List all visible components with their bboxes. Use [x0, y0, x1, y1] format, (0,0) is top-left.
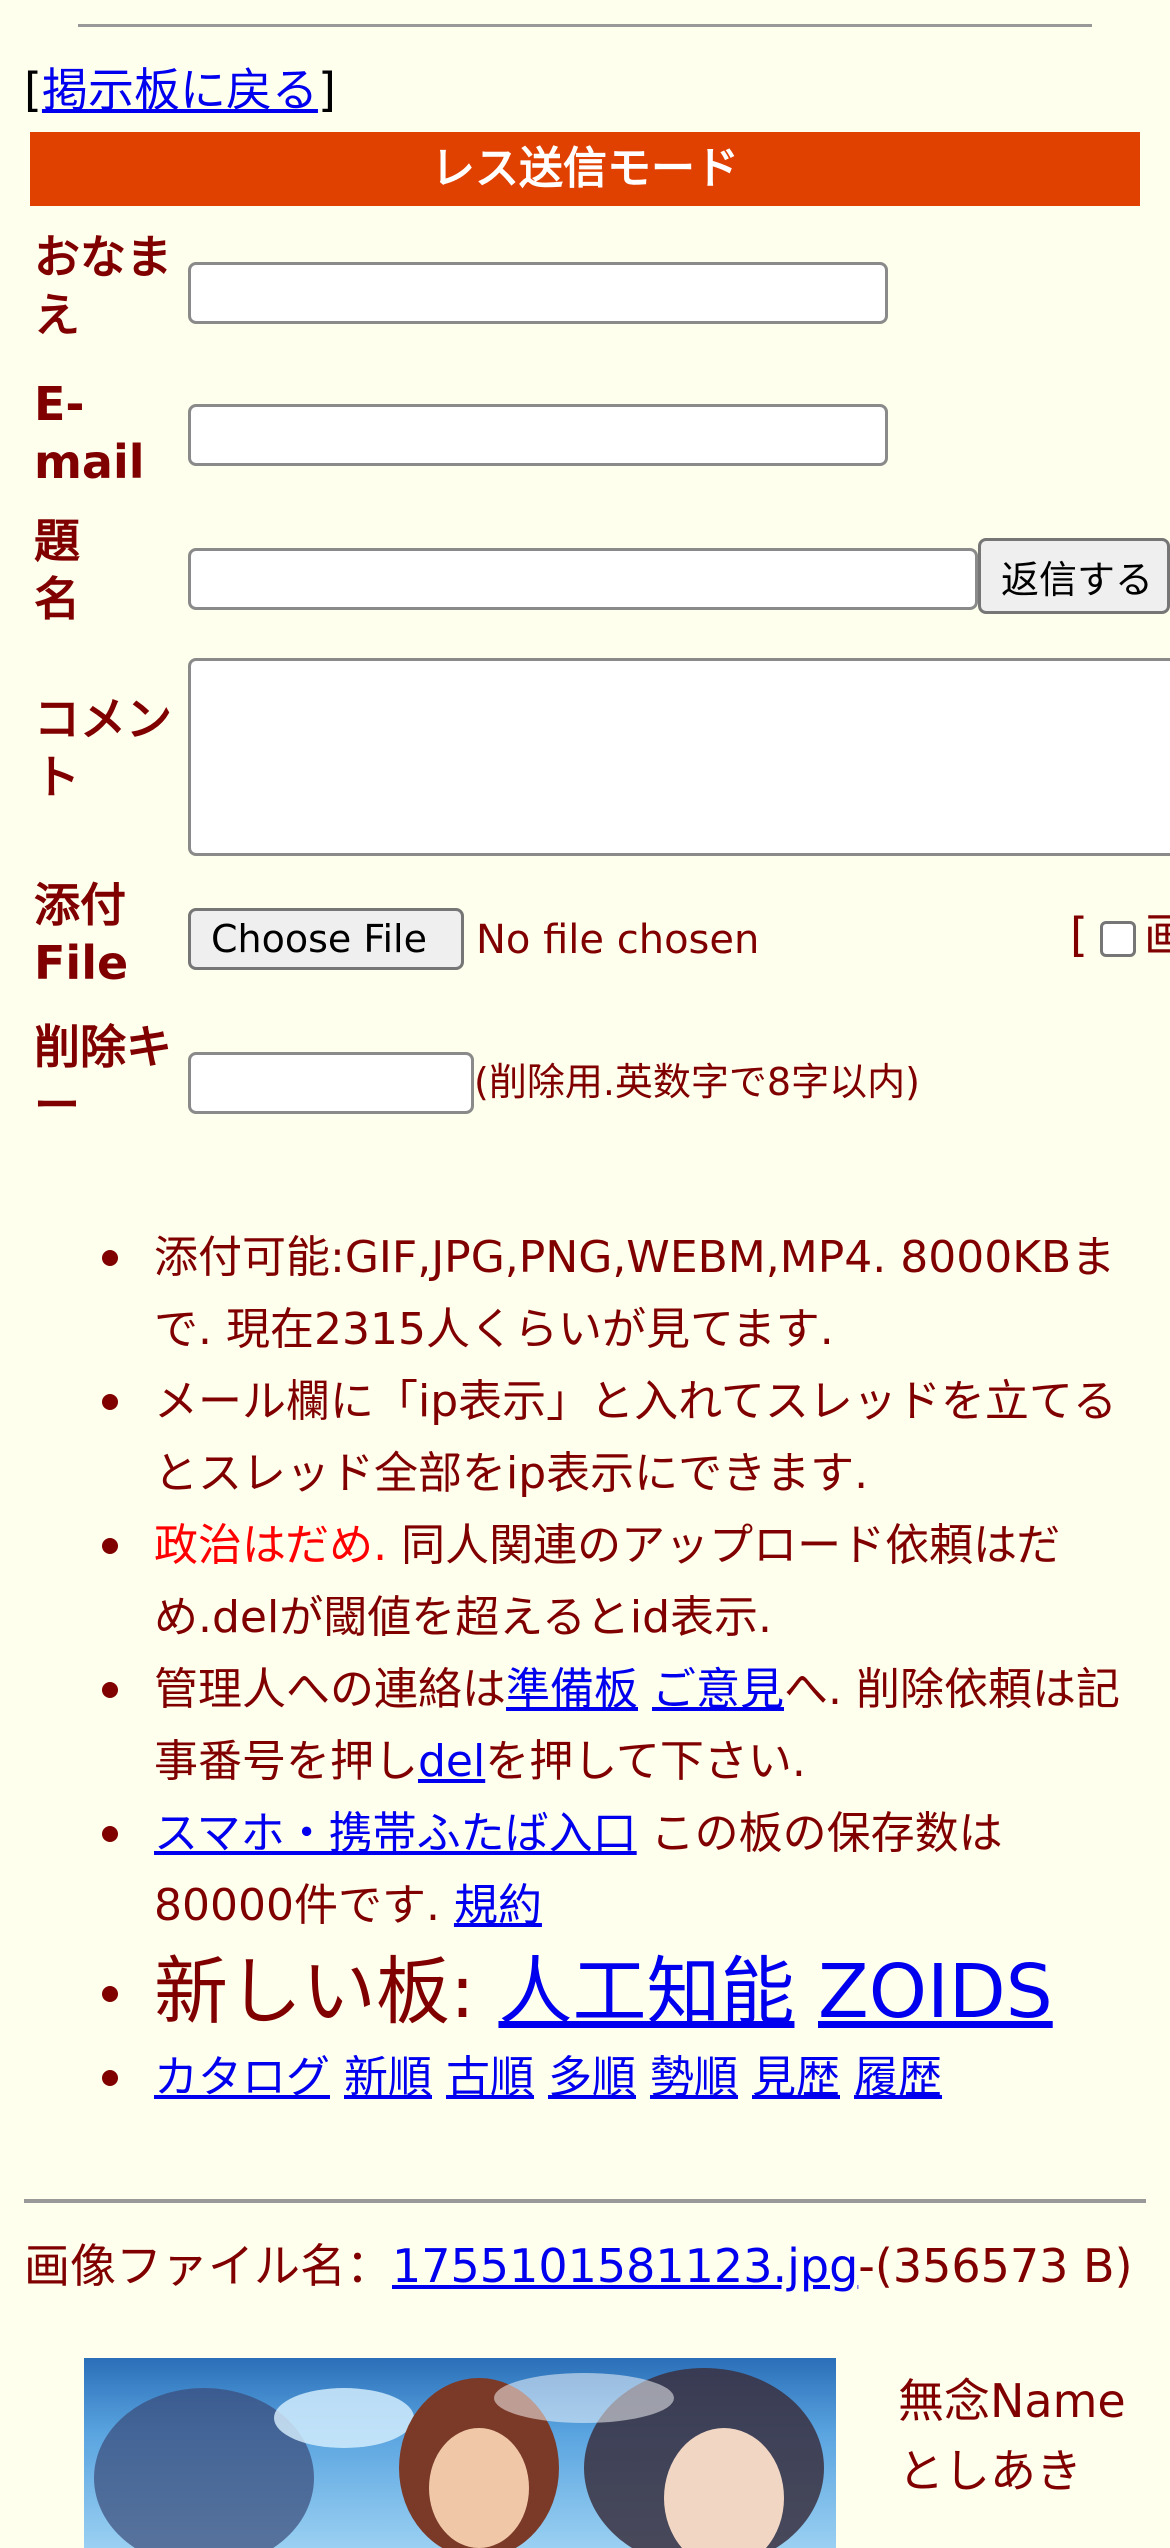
post-file-info: 画像ファイル名：1755101581123.jpg-(356573 B): [24, 2236, 1154, 2296]
nav-newest[interactable]: 新順: [344, 2052, 432, 2103]
new-boards-label: 新しい板:: [154, 1949, 499, 2035]
file-name-label: 画像ファイル名：: [24, 2239, 392, 2293]
contact-text-a: 管理人への連絡は: [154, 1664, 506, 1715]
nav-catalog[interactable]: カタログ: [154, 2052, 330, 2103]
poster-info: 無念Name としあき: [898, 2366, 1126, 2506]
email-label: E-mail: [34, 377, 145, 489]
rule-new-boards: 新しい板: 人工知能 ZOIDS: [0, 1942, 1170, 2042]
rule-attachments: 添付可能:GIF,JPG,PNG,WEBM,MP4. 8000KBまで. 現在2…: [0, 1222, 1170, 1366]
subject-input[interactable]: [188, 548, 978, 610]
thumbnail-art: [94, 2368, 824, 2548]
rule-ip-display: メール欄に「ip表示」と入れてスレッドを立てるとスレッド全部をip表示にできます…: [0, 1366, 1170, 1510]
subject-label: 題名: [34, 514, 80, 626]
nav-momentum[interactable]: 勢順: [650, 2052, 738, 2103]
bracket-close: ]: [317, 63, 336, 117]
politics-warning: 政治はだめ.: [154, 1520, 388, 1571]
back-link-wrapper: [掲示板に戻る]: [24, 58, 336, 122]
file-size: -(356573 B): [858, 2239, 1133, 2293]
comment-label: コメント: [34, 692, 172, 804]
delete-key-input[interactable]: [188, 1052, 474, 1114]
ai-board-link[interactable]: 人工知能: [498, 1949, 794, 2035]
delete-key-note: (削除用.英数字で8字以内): [474, 1060, 920, 1104]
image-option: [画: [1070, 905, 1170, 965]
choose-file-button[interactable]: Choose File: [188, 908, 464, 970]
terms-link[interactable]: 規約: [454, 1880, 542, 1931]
image-option-checkbox[interactable]: [1099, 920, 1136, 957]
prep-board-link[interactable]: 準備板: [506, 1664, 638, 1715]
rule-mobile: スマホ・携帯ふたば入口 この板の保存数は80000件です. 規約: [0, 1798, 1170, 1942]
back-to-board-link[interactable]: 掲示板に戻る: [42, 63, 318, 117]
sort-nav: カタログ 新順 古順 多順 勢順 見歴 履歴: [0, 2042, 1170, 2114]
poster-name: 無念Name: [898, 2374, 1126, 2428]
name-label: おなまえ: [34, 230, 172, 342]
email-input[interactable]: [188, 404, 888, 466]
post-divider: [24, 2199, 1146, 2203]
image-option-bracket: [: [1070, 908, 1088, 962]
poster-sub: としあき: [898, 2444, 1082, 2498]
contact-text-c: を押して下さい.: [485, 1736, 806, 1787]
file-name-link[interactable]: 1755101581123.jpg: [392, 2239, 858, 2293]
nav-viewed[interactable]: 見歴: [752, 2052, 840, 2103]
reply-mode-banner: レス送信モード: [30, 132, 1140, 206]
top-divider: [78, 24, 1092, 27]
delete-key-label: 削除キー: [34, 1020, 172, 1132]
rule-contact: 管理人への連絡は準備板 ご意見へ. 削除依頼は記事番号を押しdelを押して下さい…: [0, 1654, 1170, 1798]
del-link[interactable]: del: [418, 1736, 485, 1787]
nav-history[interactable]: 履歴: [854, 2052, 942, 2103]
comment-textarea[interactable]: [188, 658, 1170, 856]
file-label: 添付File: [34, 878, 129, 990]
image-option-label: 画: [1143, 908, 1170, 962]
bracket-open: [: [24, 63, 42, 117]
reply-submit-button[interactable]: 返信する: [978, 538, 1170, 614]
rule-politics: 政治はだめ. 同人関連のアップロード依頼はだめ.delが閾値を超えるとid表示.: [0, 1510, 1170, 1654]
nav-most[interactable]: 多順: [548, 2052, 636, 2103]
board-rules-list: 添付可能:GIF,JPG,PNG,WEBM,MP4. 8000KBまで. 現在2…: [0, 1222, 1170, 2114]
mobile-entrance-link[interactable]: スマホ・携帯ふたば入口: [154, 1808, 637, 1859]
opinion-link[interactable]: ご意見: [652, 1664, 784, 1715]
post-thumbnail[interactable]: [84, 2358, 836, 2548]
name-input[interactable]: [188, 262, 888, 324]
zoids-board-link[interactable]: ZOIDS: [818, 1949, 1053, 2035]
no-file-status: No file chosen: [476, 917, 760, 963]
nav-oldest[interactable]: 古順: [446, 2052, 534, 2103]
